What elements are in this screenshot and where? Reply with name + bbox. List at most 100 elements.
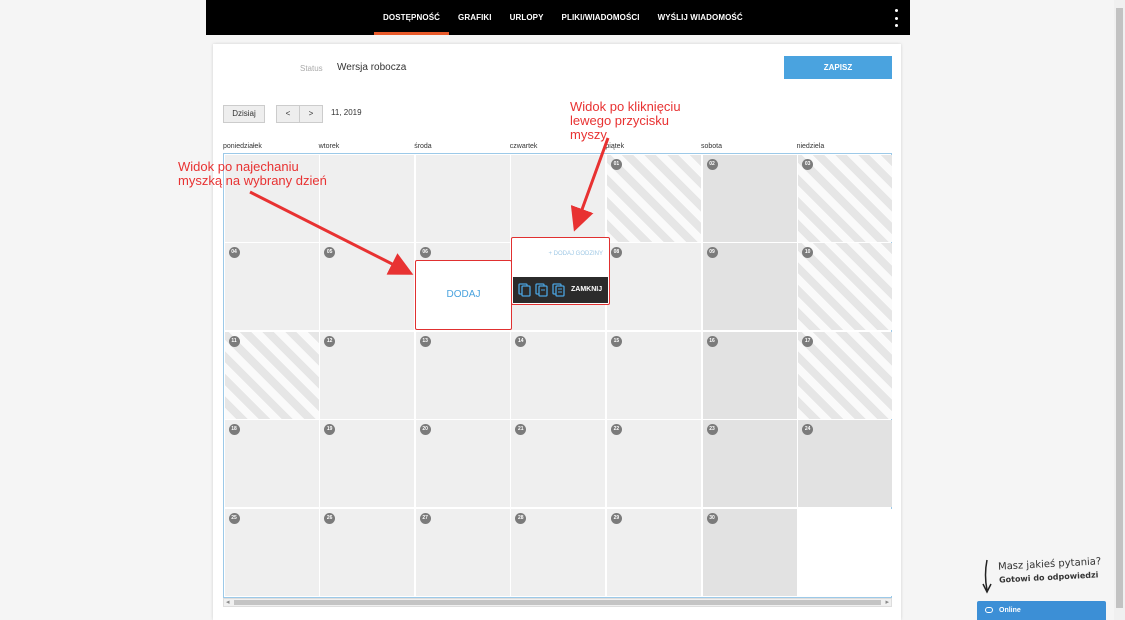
weekday-label: piątek [605,143,625,150]
click-annotation: Widok po kliknięciu lewego przycisku myszy [570,99,681,142]
day-number: 16 [706,335,718,347]
day-cell[interactable]: 28 [511,508,606,596]
calendar-grid: 0102030405060708091011121314151617181920… [223,153,893,598]
today-button[interactable]: Dzisiaj [223,105,265,123]
day-number: 14 [515,335,527,347]
hover-annotation: Widok po najechaniu myszką na wybrany dzi… [178,159,327,188]
day-cell[interactable]: 18 [224,420,319,508]
weekday-label: niedziela [796,143,825,150]
nav-item-0[interactable]: DOSTĘPNOŚĆ [374,0,450,35]
chat-hint-arrow [984,559,988,591]
day-number: 05 [324,247,336,259]
day-cell[interactable]: 19 [320,420,415,508]
day-cell[interactable]: 16 [702,331,797,419]
nav-item-2[interactable]: URLOPY [501,0,553,35]
day-cell[interactable]: 01 [606,154,701,242]
day-cell[interactable]: 11 [224,331,319,419]
day-cell[interactable]: 25 [224,508,319,596]
scrollbar-thumb[interactable] [234,600,881,605]
day-number: 24 [802,424,814,436]
day-cell[interactable]: 23 [702,420,797,508]
scroll-left-icon[interactable]: ◂ [226,598,230,606]
weekday-label: poniedziałek [223,143,262,150]
top-navbar: DOSTĘPNOŚĆ GRAFIKI URLOPY PLIKI/WIADOMOŚCI W… [206,0,910,35]
day-number: 23 [706,424,718,436]
day-number: 09 [706,247,718,259]
add-hours-link[interactable]: + DODAJ GODZINY [548,251,603,257]
day-cell[interactable]: 21 [511,420,606,508]
day-number: 17 [802,335,814,347]
day-number: 06 [419,247,431,259]
hover-day-cell[interactable]: DODAJ [415,260,512,330]
chat-bubble-icon [985,607,993,613]
popup-toolbar: ZAMKNIJ [513,277,608,303]
day-number: 19 [324,424,336,436]
day-number: 11 [228,335,240,347]
day-cell[interactable]: 29 [606,508,701,596]
more-menu-icon[interactable] [893,9,899,27]
day-number: 28 [515,512,527,524]
day-number: 04 [228,247,240,259]
next-month-button[interactable]: > [299,105,323,123]
scroll-right-icon[interactable]: ▸ [885,598,889,606]
nav-item-1[interactable]: GRAFIKI [449,0,501,35]
empty-cell [798,508,893,596]
day-number: 08 [610,247,622,259]
availability-card: Status Wersja robocza ZAPISZ Dzisiaj < >… [213,44,901,620]
main-nav: DOSTĘPNOŚĆ GRAFIKI URLOPY PLIKI/WIADOMOŚCI W… [374,0,752,35]
weekday-label: sobota [701,143,723,150]
day-number: 22 [610,424,622,436]
month-label: 11, 2019 [331,108,362,117]
weekday-label: wtorek [318,143,340,150]
horizontal-scrollbar[interactable]: ◂ ▸ [223,598,892,607]
day-number: 10 [802,247,814,259]
day-number: 27 [419,512,431,524]
day-cell[interactable]: 02 [702,154,797,242]
page-scrollbar-thumb[interactable] [1116,8,1123,608]
weekday-label: środa [414,143,432,150]
day-cell[interactable]: 27 [415,508,510,596]
day-number: 03 [802,158,814,170]
day-number: 02 [706,158,718,170]
day-cell[interactable]: 04 [224,243,319,331]
chat-answer: Gotowi do odpowiedzi [998,570,1099,585]
day-number: 21 [515,424,527,436]
day-number: 26 [324,512,336,524]
day-number: 30 [706,512,718,524]
nav-item-3[interactable]: PLIKI/WIADOMOŚCI [553,0,649,35]
empty-cell [511,154,606,242]
chat-widget-button[interactable]: Online [977,601,1106,620]
status-label: Status [300,64,323,73]
page-scrollbar[interactable] [1114,0,1125,620]
day-cell[interactable]: 15 [606,331,701,419]
day-cell[interactable]: 12 [320,331,415,419]
day-number: 01 [610,158,622,170]
day-cell[interactable]: 22 [606,420,701,508]
day-cell[interactable]: 24 [798,420,893,508]
close-popup-button[interactable]: ZAMKNIJ [571,286,602,293]
nav-item-4[interactable]: WYŚLIJ WIADOMOŚĆ [649,0,752,35]
day-cell[interactable]: 09 [702,243,797,331]
copy-month-icon[interactable] [552,283,565,297]
day-cell[interactable]: 20 [415,420,510,508]
save-button[interactable]: ZAPISZ [784,56,892,79]
empty-cell [415,154,510,242]
day-cell[interactable]: 17 [798,331,893,419]
day-click-popup: + DODAJ GODZINY ZAMKNIJ [511,237,610,305]
day-cell[interactable]: 10 [798,243,893,331]
copy-icon[interactable] [518,283,531,297]
add-day-label[interactable]: DODAJ [416,289,511,300]
weekday-label: czwartek [509,143,538,150]
day-cell[interactable]: 08 [606,243,701,331]
prev-month-button[interactable]: < [276,105,300,123]
day-cell[interactable]: 05 [320,243,415,331]
empty-cell [320,154,415,242]
day-cell[interactable]: 03 [798,154,893,242]
day-cell[interactable]: 30 [702,508,797,596]
day-number: 13 [419,335,431,347]
day-cell[interactable]: 13 [415,331,510,419]
copy-week-icon[interactable] [535,283,548,297]
day-number: 18 [228,424,240,436]
day-cell[interactable]: 14 [511,331,606,419]
day-cell[interactable]: 26 [320,508,415,596]
